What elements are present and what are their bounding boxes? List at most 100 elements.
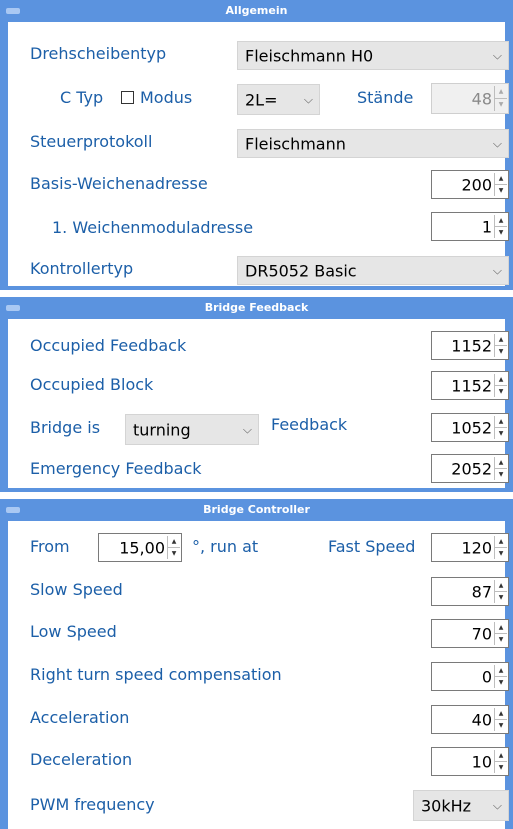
slow-speed-label: Slow Speed (30, 580, 123, 599)
low-speed-spinbox[interactable]: 70 ▲ ▼ (431, 619, 509, 648)
bridge-is-label: Bridge is (30, 418, 101, 437)
mode-value: 2L= (245, 90, 278, 109)
chevron-down-icon: ⌵ (492, 136, 502, 150)
bridge-state-value: turning (133, 420, 191, 439)
from-label: From (30, 537, 70, 556)
spin-up-icon[interactable]: ▲ (495, 374, 507, 386)
emergency-spinbox[interactable]: 2052 ▲ ▼ (431, 454, 509, 483)
right-turn-spinbox[interactable]: 0 ▲ ▼ (431, 662, 509, 691)
weichenmodul-spinbox[interactable]: 1 ▲ ▼ (431, 212, 509, 241)
spin-up-icon[interactable]: ▲ (495, 580, 507, 592)
spin-down-icon[interactable]: ▼ (495, 548, 507, 559)
modus-checkbox[interactable] (121, 91, 134, 104)
spin-down-icon[interactable]: ▼ (495, 634, 507, 645)
spin-down-icon[interactable]: ▼ (495, 386, 507, 397)
spin-up-icon[interactable]: ▲ (168, 536, 180, 548)
spin-up-icon[interactable]: ▲ (495, 665, 507, 677)
allgemein-panel: Allgemein Drehscheibentyp Fleischmann H0… (0, 0, 513, 290)
spin-up-icon[interactable]: ▲ (495, 622, 507, 634)
spin-down-icon[interactable]: ▼ (495, 227, 507, 238)
drehscheibentyp-value: Fleischmann H0 (245, 46, 374, 65)
chevron-down-icon: ⌵ (492, 48, 502, 62)
spin-down-icon[interactable]: ▼ (495, 720, 507, 731)
spin-up-icon[interactable]: ▲ (495, 750, 507, 762)
occupied-feedback-value: 1152 (451, 336, 492, 355)
chevron-down-icon: ⌵ (492, 798, 502, 812)
low-speed-value: 70 (471, 624, 492, 643)
from-angle-value: 15,00 (119, 538, 165, 557)
kontrollertyp-label: Kontrollertyp (30, 259, 134, 278)
occupied-block-label: Occupied Block (30, 375, 154, 394)
spin-down-icon[interactable]: ▼ (495, 185, 507, 196)
spin-down-icon[interactable]: ▼ (495, 762, 507, 773)
bridge-controller-header[interactable]: Bridge Controller (0, 499, 513, 521)
allgemein-header[interactable]: Allgemein (0, 0, 513, 22)
basis-spinbox[interactable]: 200 ▲ ▼ (431, 170, 509, 199)
spin-down-icon[interactable]: ▼ (495, 346, 507, 357)
bridge-feedback-label: Feedback (271, 415, 348, 434)
deceleration-spinbox[interactable]: 10 ▲ ▼ (431, 747, 509, 776)
drehscheibentyp-select[interactable]: Fleischmann H0 ⌵ (237, 41, 509, 70)
pwm-select[interactable]: 30kHz ⌵ (413, 790, 509, 821)
spin-down-icon[interactable]: ▼ (495, 99, 507, 111)
slow-speed-value: 87 (471, 582, 492, 601)
emergency-value: 2052 (451, 459, 492, 478)
bridge-is-value: 1052 (451, 418, 492, 437)
deceleration-label: Deceleration (30, 750, 133, 769)
fast-speed-label: Fast Speed (328, 537, 416, 556)
spin-up-icon[interactable]: ▲ (495, 416, 507, 428)
bridge-controller-title: Bridge Controller (203, 503, 310, 516)
staende-spinbox[interactable]: 48 ▲ ▼ (431, 83, 509, 114)
spin-up-icon[interactable]: ▲ (495, 86, 507, 99)
spin-down-icon[interactable]: ▼ (495, 677, 507, 688)
spin-up-icon[interactable]: ▲ (495, 457, 507, 469)
bridge-feedback-body: Occupied Feedback 1152 ▲ ▼ Occupied Block… (8, 319, 509, 488)
chevron-down-icon: ⌵ (492, 263, 502, 277)
pwm-value: 30kHz (421, 796, 472, 815)
occupied-feedback-label: Occupied Feedback (30, 336, 187, 355)
drehscheibentyp-label: Drehscheibentyp (30, 44, 167, 63)
mode-select[interactable]: 2L= ⌵ (237, 84, 320, 115)
spin-up-icon[interactable]: ▲ (495, 708, 507, 720)
low-speed-label: Low Speed (30, 622, 117, 641)
bridge-feedback-header[interactable]: Bridge Feedback (0, 297, 513, 319)
acceleration-spinbox[interactable]: 40 ▲ ▼ (431, 705, 509, 734)
right-turn-label: Right turn speed compensation (30, 665, 282, 684)
ctyp-label: C Typ (60, 88, 104, 107)
allgemein-body: Drehscheibentyp Fleischmann H0 ⌵ C Typ M… (8, 22, 509, 286)
occupied-feedback-spinbox[interactable]: 1152 ▲ ▼ (431, 331, 509, 360)
occupied-block-spinbox[interactable]: 1152 ▲ ▼ (431, 371, 509, 400)
weichenmodul-value: 1 (481, 217, 492, 236)
steuerprotokoll-select[interactable]: Fleischmann ⌵ (237, 129, 509, 158)
kontrollertyp-select[interactable]: DR5052 Basic ⌵ (237, 256, 509, 285)
staende-label: Stände (357, 88, 414, 107)
spin-down-icon[interactable]: ▼ (495, 469, 507, 480)
weichenmodul-label: 1. Weichenmoduladresse (52, 218, 254, 237)
bridge-feedback-title: Bridge Feedback (204, 301, 309, 314)
spin-down-icon[interactable]: ▼ (168, 548, 180, 559)
spin-down-icon[interactable]: ▼ (495, 428, 507, 439)
fast-speed-value: 120 (461, 538, 492, 557)
steuerprotokoll-value: Fleischmann (245, 134, 346, 153)
bridge-controller-panel: Bridge Controller From 15,00 ▲ ▼ °, run a… (0, 499, 513, 829)
right-turn-value: 0 (481, 667, 492, 686)
pwm-label: PWM frequency (30, 795, 155, 814)
slow-speed-spinbox[interactable]: 87 ▲ ▼ (431, 577, 509, 606)
occupied-block-value: 1152 (451, 376, 492, 395)
bridge-is-spinbox[interactable]: 1052 ▲ ▼ (431, 413, 509, 442)
spin-up-icon[interactable]: ▲ (495, 215, 507, 227)
bridge-state-select[interactable]: turning ⌵ (125, 414, 259, 445)
acceleration-value: 40 (471, 710, 492, 729)
fast-speed-spinbox[interactable]: 120 ▲ ▼ (431, 533, 509, 562)
run-at-label: °, run at (192, 537, 259, 556)
kontrollertyp-value: DR5052 Basic (245, 261, 357, 280)
spin-up-icon[interactable]: ▲ (495, 334, 507, 346)
modus-label: Modus (140, 88, 193, 107)
chevron-down-icon: ⌵ (303, 92, 313, 106)
spin-up-icon[interactable]: ▲ (495, 536, 507, 548)
from-angle-spinbox[interactable]: 15,00 ▲ ▼ (98, 533, 182, 562)
steuerprotokoll-label: Steuerprotokoll (30, 132, 153, 151)
spin-up-icon[interactable]: ▲ (495, 173, 507, 185)
spin-down-icon[interactable]: ▼ (495, 592, 507, 603)
chevron-down-icon: ⌵ (242, 422, 252, 436)
